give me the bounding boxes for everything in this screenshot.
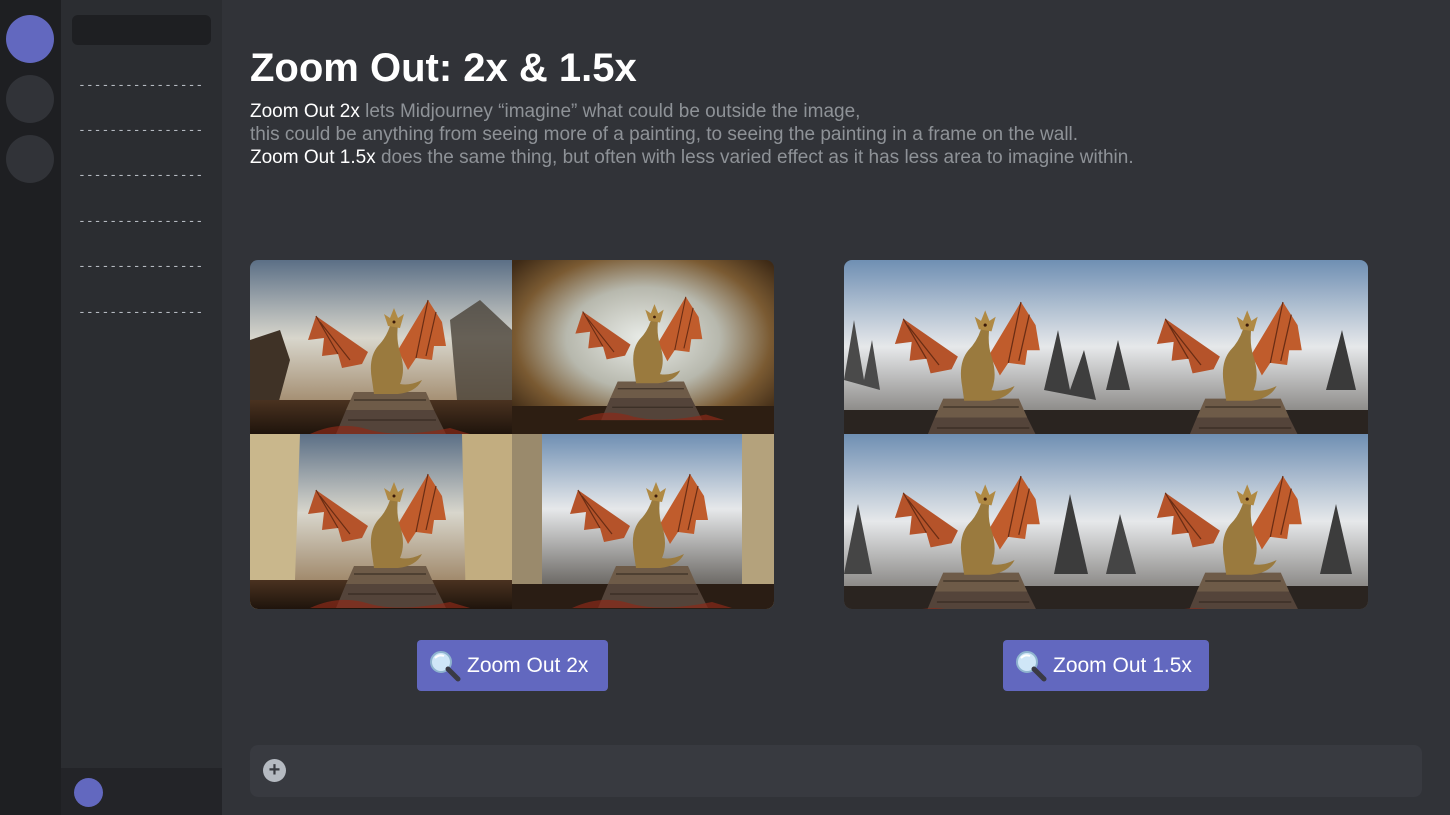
magnifying-glass-icon <box>430 650 461 681</box>
channel-search-bar[interactable] <box>72 15 211 45</box>
description-line-3: Zoom Out 1.5x does the same thing, but o… <box>250 146 1134 169</box>
dragon-image[interactable] <box>512 434 774 609</box>
message-input[interactable] <box>300 745 1410 797</box>
server-icon-active[interactable] <box>6 15 54 63</box>
channel-item[interactable]: ---------------- <box>78 259 203 274</box>
zoom-out-1-5x-label: Zoom Out 1.5x <box>1053 653 1192 677</box>
zoom-out-1-5x-button[interactable]: Zoom Out 1.5x <box>1003 640 1209 691</box>
description: Zoom Out 2x lets Midjourney “imagine” wh… <box>250 100 1134 169</box>
server-rail <box>0 0 61 815</box>
description-text: lets Midjourney “imagine” what could be … <box>359 101 861 122</box>
dragon-image[interactable] <box>844 260 1106 434</box>
channel-sidebar: ---------------- ---------------- ------… <box>61 0 222 815</box>
dragon-image[interactable] <box>844 434 1106 609</box>
server-icon[interactable] <box>6 135 54 183</box>
description-text: does the same thing, but often with less… <box>375 147 1134 168</box>
image-grid-zoom-1-5x <box>844 260 1368 609</box>
message-composer: + <box>250 745 1422 797</box>
main-content: Zoom Out: 2x & 1.5x Zoom Out 2x lets Mid… <box>222 0 1450 815</box>
channel-item[interactable]: ---------------- <box>78 78 203 93</box>
plus-circle-icon[interactable]: + <box>263 759 286 782</box>
zoom-out-2x-label: Zoom Out 2x <box>467 653 589 677</box>
dragon-image[interactable] <box>1106 260 1368 434</box>
highlight-zoom-2x: Zoom Out 2x <box>250 101 360 122</box>
user-panel <box>61 768 222 815</box>
dragon-image[interactable] <box>1106 434 1368 609</box>
highlight-zoom-1-5x: Zoom Out 1.5x <box>250 147 376 168</box>
description-line-2: this could be anything from seeing more … <box>250 124 1079 145</box>
dragon-image[interactable] <box>250 260 512 434</box>
dragon-image[interactable] <box>512 260 774 434</box>
channel-item[interactable]: ---------------- <box>78 214 203 229</box>
magnifying-glass-icon <box>1016 650 1047 681</box>
avatar[interactable] <box>74 778 103 807</box>
channel-item[interactable]: ---------------- <box>78 123 203 138</box>
description-line-1: Zoom Out 2x lets Midjourney “imagine” wh… <box>250 100 1134 123</box>
channel-item[interactable]: ---------------- <box>78 305 203 320</box>
channel-item[interactable]: ---------------- <box>78 168 203 183</box>
server-icon[interactable] <box>6 75 54 123</box>
dragon-image[interactable] <box>250 434 512 609</box>
page-title: Zoom Out: 2x & 1.5x <box>250 46 637 90</box>
image-grid-zoom-2x <box>250 260 774 609</box>
zoom-out-2x-button[interactable]: Zoom Out 2x <box>417 640 608 691</box>
